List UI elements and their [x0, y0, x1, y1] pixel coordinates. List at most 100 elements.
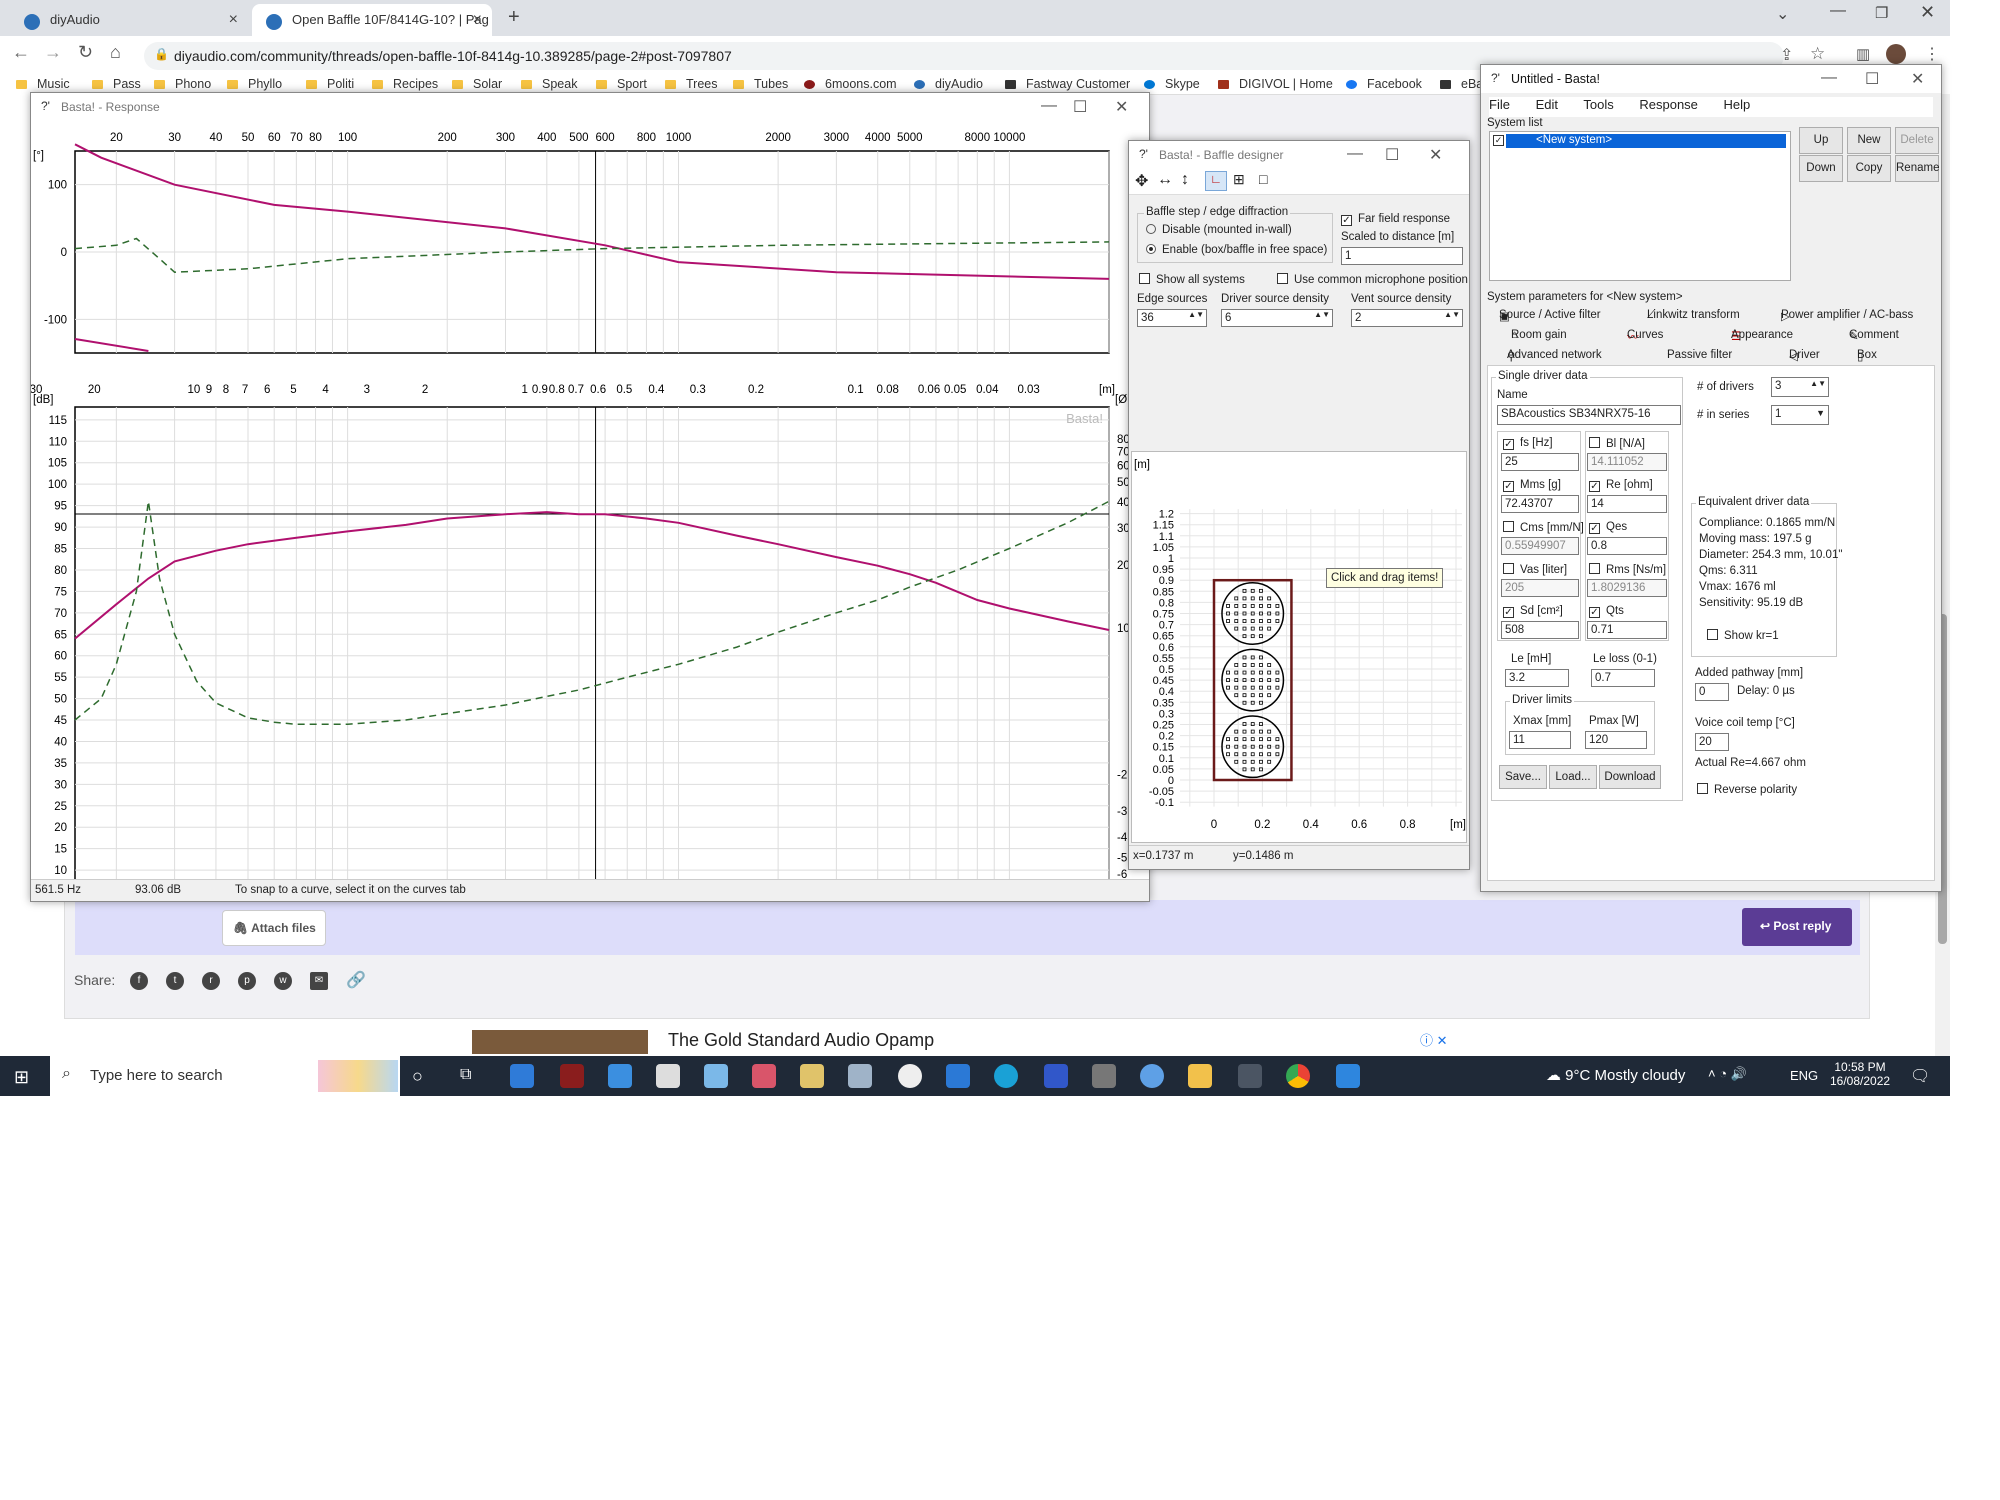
re-input[interactable]: 14 — [1587, 495, 1667, 513]
driver-density-spinner[interactable]: 6 ▲▼ — [1221, 309, 1333, 327]
bookmark-digivol[interactable]: DIGIVOL | Home — [1218, 77, 1333, 91]
ad-text[interactable]: The Gold Standard Audio Opamp — [668, 1030, 1648, 1054]
le-input[interactable]: 3.2 — [1505, 669, 1569, 687]
bookmark-phyllo[interactable]: Phyllo — [227, 77, 282, 91]
back-icon[interactable]: ← — [12, 42, 30, 63]
photos-icon[interactable] — [1336, 1064, 1360, 1088]
tab-diyaudio[interactable]: diyAudio × — [10, 4, 248, 36]
facebook-share-icon[interactable]: f — [130, 972, 148, 990]
bookmark-recipes[interactable]: Recipes — [372, 77, 438, 91]
bookmark-tubes[interactable]: Tubes — [733, 77, 788, 91]
rename-button[interactable]: Rename — [1895, 155, 1939, 182]
scaled-distance-input[interactable]: 1 — [1341, 247, 1463, 265]
vas-input[interactable]: 205 — [1501, 579, 1579, 597]
mms-checkbox[interactable]: ✓ Mms [g] — [1503, 479, 1561, 492]
qes-checkbox[interactable]: ✓ Qes — [1589, 521, 1627, 534]
language-indicator[interactable]: ENG — [1790, 1068, 1818, 1083]
app-icon-1[interactable] — [704, 1064, 728, 1088]
app-icon-6[interactable] — [946, 1064, 970, 1088]
share-page-icon[interactable]: ⇪ — [1780, 45, 1793, 65]
close-icon[interactable]: ✕ — [1115, 97, 1128, 117]
driver-name-input[interactable]: SBAcoustics SB34NRX75-16 — [1497, 405, 1681, 425]
maximize-icon[interactable]: ☐ — [1073, 97, 1087, 117]
baffle-window-title[interactable]: ?' Basta! - Baffle designer — [1129, 141, 1469, 169]
tab-search-icon[interactable]: ⌄ — [1776, 4, 1789, 24]
resize-vertical-icon[interactable]: ↕ — [1181, 171, 1189, 189]
fs-input[interactable]: 25 — [1501, 453, 1579, 471]
menu-tools[interactable]: Tools — [1583, 97, 1613, 112]
app-icon-4[interactable] — [848, 1064, 872, 1088]
twitter-share-icon[interactable]: t — [166, 972, 184, 990]
mail-icon[interactable] — [608, 1064, 632, 1088]
bookmark-ebay[interactable]: eBa — [1440, 77, 1483, 91]
vc-temp-input[interactable]: 20 — [1695, 733, 1729, 751]
edge-sources-spinner[interactable]: 36 ▲▼ — [1137, 309, 1207, 327]
word-icon[interactable] — [560, 1064, 584, 1088]
mms-input[interactable]: 72.43707 — [1501, 495, 1579, 513]
app-icon-3[interactable] — [800, 1064, 824, 1088]
baffle-plot[interactable]: 1.21.151.11.0510.950.90.850.80.750.70.65… — [1131, 451, 1467, 843]
menu-help[interactable]: Help — [1724, 97, 1751, 112]
whatsapp-share-icon[interactable]: w — [274, 972, 292, 990]
bl-input[interactable]: 14.111052 — [1587, 453, 1667, 471]
cms-checkbox[interactable]: Cms [mm/N] — [1503, 521, 1584, 534]
side-panel-icon[interactable]: ▥ — [1856, 45, 1870, 63]
qts-input[interactable]: 0.71 — [1587, 621, 1667, 639]
far-field-checkbox[interactable]: ✓ Far field response — [1341, 213, 1450, 226]
save-button[interactable]: Save... — [1499, 765, 1547, 789]
bookmark-pass[interactable]: Pass — [92, 77, 141, 91]
post-reply-button[interactable]: ↩ Post reply — [1742, 908, 1852, 946]
move-icon[interactable]: ✥ — [1135, 171, 1148, 191]
show-kr-checkbox[interactable]: Show kr=1 — [1707, 629, 1779, 642]
bookmark-solar[interactable]: Solar — [452, 77, 502, 91]
delete-button[interactable]: Delete — [1895, 127, 1939, 154]
home-icon[interactable]: ⌂ — [110, 42, 121, 63]
menu-edit[interactable]: Edit — [1536, 97, 1558, 112]
vent-density-spinner[interactable]: 2 ▲▼ — [1351, 309, 1463, 327]
close-icon[interactable]: ✕ — [1911, 69, 1924, 89]
copy-button[interactable]: Copy — [1847, 155, 1891, 182]
system-list[interactable]: <New system> ✓ — [1489, 131, 1791, 281]
ad-info-icon[interactable]: ⓘ ✕ — [1420, 1030, 1448, 1049]
tab-open-baffle[interactable]: Open Baffle 10F/8414G-10? | Pag × — [252, 4, 492, 36]
radio-disable[interactable]: Disable (mounted in-wall) — [1146, 224, 1292, 236]
calculator-icon[interactable] — [1092, 1064, 1116, 1088]
store-icon[interactable] — [510, 1064, 534, 1088]
email-share-icon[interactable]: ✉ — [310, 972, 328, 990]
bookmark-facebook[interactable]: Facebook — [1346, 77, 1422, 91]
pmax-input[interactable]: 120 — [1585, 731, 1647, 749]
bookmark-sport[interactable]: Sport — [596, 77, 647, 91]
menu-response[interactable]: Response — [1639, 97, 1698, 112]
fs-checkbox[interactable]: ✓ fs [Hz] — [1503, 437, 1553, 450]
grid-icon[interactable]: ⊞ — [1233, 171, 1245, 188]
minimize-browser-icon[interactable]: — — [1830, 2, 1846, 20]
bookmark-star-icon[interactable]: ☆ — [1810, 44, 1825, 64]
up-button[interactable]: Up — [1799, 127, 1843, 154]
bookmark-diyaudio[interactable]: diyAudio — [914, 77, 983, 91]
app-icon-2[interactable] — [752, 1064, 776, 1088]
sd-checkbox[interactable]: ✓ Sd [cm²] — [1503, 605, 1563, 618]
cms-input[interactable]: 0.55949907 — [1501, 537, 1579, 555]
system-list-item[interactable]: <New system> — [1506, 134, 1786, 148]
link-share-icon[interactable]: 🔗 — [346, 972, 366, 990]
attach-files-button[interactable]: 🖇 Attach files — [222, 910, 326, 946]
bookmark-fastway[interactable]: Fastway Customer — [1005, 77, 1130, 91]
tray-icons[interactable]: ˄ ◔ 🔊 — [1708, 1066, 1747, 1082]
snap-corner-icon[interactable]: ∟ — [1205, 171, 1227, 191]
close-browser-icon[interactable]: ✕ — [1920, 2, 1935, 23]
download-button[interactable]: Download — [1599, 765, 1661, 789]
restore-browser-icon[interactable]: ❐ — [1875, 4, 1888, 22]
qes-input[interactable]: 0.8 — [1587, 537, 1667, 555]
bookmark-speak[interactable]: Speak — [521, 77, 577, 91]
rms-input[interactable]: 1.8029136 — [1587, 579, 1667, 597]
re-checkbox[interactable]: ✓ Re [ohm] — [1589, 479, 1653, 492]
response-window-title[interactable]: ?' Basta! - Response — [31, 93, 1149, 121]
menu-file[interactable]: File — [1489, 97, 1510, 112]
minimize-icon[interactable]: — — [1821, 69, 1837, 87]
taskbar-search[interactable]: ⌕ Type here to search — [50, 1056, 400, 1096]
close-tab-icon[interactable]: × — [229, 11, 238, 29]
reload-icon[interactable]: ↻ — [78, 42, 93, 63]
vas-checkbox[interactable]: Vas [liter] — [1503, 563, 1567, 576]
resize-horizontal-icon[interactable]: ↔ — [1157, 171, 1173, 189]
windows-start-icon[interactable]: ⊞ — [14, 1067, 29, 1088]
